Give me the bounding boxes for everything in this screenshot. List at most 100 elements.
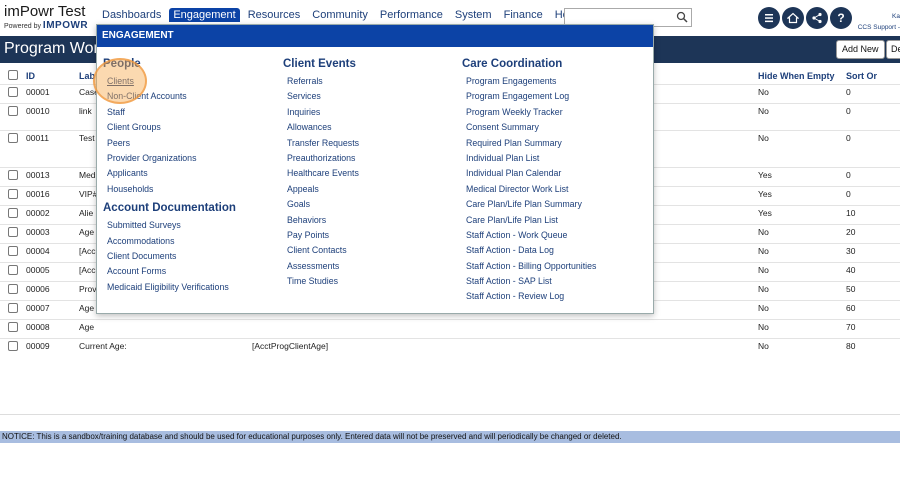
- row-select: [0, 84, 22, 104]
- menu-link-inquiries[interactable]: Inquiries: [283, 105, 359, 120]
- menu-link-individual-plan-calendar[interactable]: Individual Plan Calendar: [462, 166, 596, 181]
- menu-link-clients[interactable]: Clients: [103, 74, 236, 89]
- menu-link-medical-director-work-list[interactable]: Medical Director Work List: [462, 182, 596, 197]
- row-hide-when-empty: Yes: [754, 205, 842, 225]
- add-new-button[interactable]: Add New: [836, 40, 885, 59]
- row-hide-when-empty: No: [754, 281, 842, 301]
- share-icon[interactable]: [806, 7, 828, 29]
- client-events-links: Referrals Services Inquiries Allowances Tran…: [283, 74, 359, 289]
- col-hide-when-empty[interactable]: Hide When Empty: [754, 68, 842, 85]
- col-sort-order[interactable]: Sort Or: [842, 68, 900, 85]
- row-id: 00005: [22, 262, 75, 282]
- delete-button[interactable]: De: [886, 40, 900, 59]
- row-checkbox[interactable]: [8, 208, 18, 218]
- menu-link-staff-action-work-queue[interactable]: Staff Action - Work Queue: [462, 228, 596, 243]
- nav-community[interactable]: Community: [308, 8, 372, 22]
- table-row[interactable]: 00009 Current Age: [AcctProgClientAge] No 80: [0, 338, 900, 357]
- row-select: [0, 224, 22, 244]
- select-all-checkbox[interactable]: [8, 70, 18, 80]
- nav-finance[interactable]: Finance: [500, 8, 547, 22]
- menu-link-program-weekly-tracker[interactable]: Program Weekly Tracker: [462, 105, 596, 120]
- user-info[interactable]: Ka CCS Support -: [858, 11, 900, 33]
- row-hide-when-empty: Yes: [754, 186, 842, 206]
- home-icon[interactable]: [782, 7, 804, 29]
- menu-link-program-engagements[interactable]: Program Engagements: [462, 74, 596, 89]
- row-checkbox[interactable]: [8, 284, 18, 294]
- row-checkbox[interactable]: [8, 170, 18, 180]
- menu-link-care-plan-life-plan-summary[interactable]: Care Plan/Life Plan Summary: [462, 197, 596, 212]
- menu-link-staff[interactable]: Staff: [103, 105, 236, 120]
- menu-link-provider-organizations[interactable]: Provider Organizations: [103, 151, 236, 166]
- row-checkbox[interactable]: [8, 133, 18, 143]
- row-checkbox[interactable]: [8, 87, 18, 97]
- menu-link-individual-plan-list[interactable]: Individual Plan List: [462, 151, 596, 166]
- menu-link-assessments[interactable]: Assessments: [283, 259, 359, 274]
- nav-engagement[interactable]: Engagement: [169, 8, 240, 22]
- notice-banner: NOTICE: This is a sandbox/training datab…: [0, 431, 900, 443]
- menu-col-client-events: Client Events Referrals Services Inquiries…: [283, 57, 359, 289]
- nav-resources[interactable]: Resources: [244, 8, 305, 22]
- menu-link-required-plan-summary[interactable]: Required Plan Summary: [462, 136, 596, 151]
- col-id[interactable]: ID: [22, 68, 75, 85]
- row-checkbox[interactable]: [8, 189, 18, 199]
- row-id: 00004: [22, 243, 75, 263]
- menu-link-healthcare-events[interactable]: Healthcare Events: [283, 166, 359, 181]
- menu-link-applicants[interactable]: Applicants: [103, 166, 236, 181]
- menu-link-households[interactable]: Households: [103, 182, 236, 197]
- menu-link-preauthorizations[interactable]: Preauthorizations: [283, 151, 359, 166]
- row-checkbox[interactable]: [8, 106, 18, 116]
- menu-link-client-contacts[interactable]: Client Contacts: [283, 243, 359, 258]
- menu-link-peers[interactable]: Peers: [103, 136, 236, 151]
- row-extra: [646, 186, 754, 206]
- menu-link-appeals[interactable]: Appeals: [283, 182, 359, 197]
- row-select: [0, 338, 22, 357]
- menu-link-non-client-accounts[interactable]: Non-Client Accounts: [103, 89, 236, 104]
- menu-heading-people: People: [103, 58, 141, 70]
- row-sort-order: 40: [842, 262, 900, 282]
- row-select: [0, 130, 22, 168]
- menu-link-referrals[interactable]: Referrals: [283, 74, 359, 89]
- menu-link-account-forms[interactable]: Account Forms: [103, 264, 236, 279]
- menu-link-pay-points[interactable]: Pay Points: [283, 228, 359, 243]
- nav-dashboards[interactable]: Dashboards: [98, 8, 165, 22]
- menu-link-staff-action-review-log[interactable]: Staff Action - Review Log: [462, 289, 596, 304]
- menu-link-goals[interactable]: Goals: [283, 197, 359, 212]
- menu-link-staff-action-sap-list[interactable]: Staff Action - SAP List: [462, 274, 596, 289]
- row-sort-order: 0: [842, 84, 900, 104]
- menu-link-staff-action-data-log[interactable]: Staff Action - Data Log: [462, 243, 596, 258]
- menu-link-medicaid-eligibility-verifications[interactable]: Medicaid Eligibility Verifications: [103, 280, 236, 295]
- row-checkbox[interactable]: [8, 265, 18, 275]
- menu-link-time-studies[interactable]: Time Studies: [283, 274, 359, 289]
- menu-link-services[interactable]: Services: [283, 89, 359, 104]
- help-icon[interactable]: ?: [830, 7, 852, 29]
- row-id: 00013: [22, 167, 75, 187]
- search-icon[interactable]: [676, 11, 688, 23]
- menu-link-client-groups[interactable]: Client Groups: [103, 120, 236, 135]
- nav-system[interactable]: System: [451, 8, 496, 22]
- menu-list-icon[interactable]: [758, 7, 780, 29]
- menu-link-care-plan-life-plan-list[interactable]: Care Plan/Life Plan List: [462, 213, 596, 228]
- nav-performance[interactable]: Performance: [376, 8, 447, 22]
- menu-link-accommodations[interactable]: Accommodations: [103, 234, 236, 249]
- row-checkbox[interactable]: [8, 303, 18, 313]
- row-sort-order: 0: [842, 167, 900, 187]
- menu-link-behaviors[interactable]: Behaviors: [283, 213, 359, 228]
- row-extra: [646, 243, 754, 263]
- row-checkbox[interactable]: [8, 227, 18, 237]
- user-name: Ka: [892, 13, 900, 20]
- row-checkbox[interactable]: [8, 341, 18, 351]
- row-sort-order: 80: [842, 338, 900, 357]
- menu-link-staff-action-billing-opportunities[interactable]: Staff Action - Billing Opportunities: [462, 259, 596, 274]
- menu-link-transfer-requests[interactable]: Transfer Requests: [283, 136, 359, 151]
- menu-link-consent-summary[interactable]: Consent Summary: [462, 120, 596, 135]
- row-checkbox[interactable]: [8, 322, 18, 332]
- table-row[interactable]: 00008 Age No 70: [0, 319, 900, 339]
- menu-link-submitted-surveys[interactable]: Submitted Surveys: [103, 218, 236, 233]
- row-sort-order: 10: [842, 205, 900, 225]
- menu-link-allowances[interactable]: Allowances: [283, 120, 359, 135]
- row-checkbox[interactable]: [8, 246, 18, 256]
- menu-link-client-documents[interactable]: Client Documents: [103, 249, 236, 264]
- menu-heading-client-events: Client Events: [283, 58, 356, 70]
- menu-link-program-engagement-log[interactable]: Program Engagement Log: [462, 89, 596, 104]
- row-hide-when-empty: No: [754, 262, 842, 282]
